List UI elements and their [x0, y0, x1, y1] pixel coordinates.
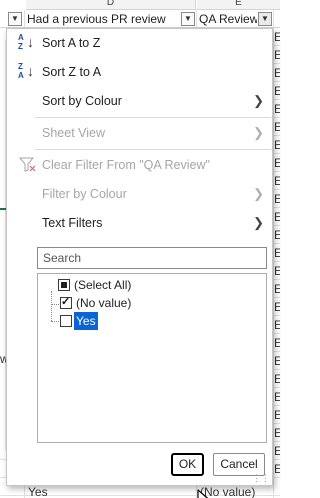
chevron-right-icon: ❯ — [253, 93, 264, 108]
sort-descending-icon: Z A ↓ — [18, 62, 34, 80]
bottom-data-row: Yes (No value) — [0, 486, 280, 498]
filter-dropdown-icon[interactable]: ▼ — [181, 12, 195, 26]
tree-connector — [51, 321, 59, 322]
clear-filter-icon — [19, 157, 36, 172]
chevron-right-icon: ❯ — [253, 186, 264, 201]
sort-ascending-icon: A Z ↓ — [18, 33, 34, 51]
menu-divider — [35, 149, 271, 150]
menu-item-label: Filter by Colour — [42, 187, 127, 201]
chevron-right-icon: ❯ — [253, 125, 264, 140]
column-e-values: EEE EEE EEE EEE EEE EEE EEE EEE E — [274, 30, 280, 476]
list-item-label: (Select All) — [74, 278, 132, 292]
menu-item-sort-a-to-z[interactable]: A Z ↓ Sort A to Z — [7, 29, 272, 57]
cell-value[interactable]: Yes — [28, 486, 48, 498]
menu-item-label: Clear Filter From "QA Review" — [42, 158, 210, 172]
chevron-right-icon: ❯ — [253, 215, 264, 230]
resize-grip-icon[interactable]: ⋮⋮ — [252, 474, 270, 483]
menu-divider — [35, 117, 271, 118]
ok-button[interactable]: OK — [171, 453, 204, 476]
header-cell-previous-pr-review[interactable]: Had a previous PR review — [27, 10, 179, 28]
tree-connector — [51, 291, 52, 321]
list-item-label: (No value) — [76, 296, 132, 310]
menu-item-label: Sort Z to A — [42, 65, 102, 79]
tree-connector — [51, 304, 59, 305]
menu-item-sort-by-colour[interactable]: Sort by Colour ❯ — [7, 87, 272, 115]
mouse-cursor-icon — [197, 489, 209, 498]
menu-item-label: Sort by Colour — [42, 94, 122, 108]
filter-value-list[interactable]: (Select All) (No value) Yes — [37, 273, 267, 443]
menu-item-filter-by-colour: Filter by Colour ❯ — [7, 180, 272, 208]
menu-item-label: Text Filters — [42, 216, 103, 230]
column-header-e[interactable]: E — [197, 0, 280, 10]
list-item-label: Yes — [73, 311, 99, 331]
checkbox-select-all[interactable] — [58, 279, 70, 291]
menu-item-label: Sort A to Z — [42, 36, 101, 50]
menu-item-sort-z-to-a[interactable]: Z A ↓ Sort Z to A — [7, 58, 272, 86]
filter-dropdown-icon[interactable]: ▼ — [258, 12, 272, 26]
menu-item-sheet-view: Sheet View ❯ — [7, 119, 272, 147]
header-row: ▼ Had a previous PR review ▼ QA Review ▼ — [0, 10, 280, 28]
menu-item-text-filters[interactable]: Text Filters ❯ — [7, 209, 272, 237]
menu-item-label: Sheet View — [42, 126, 106, 140]
filter-dropdown-icon[interactable]: ▼ — [8, 12, 22, 26]
column-header-d[interactable]: D — [26, 0, 196, 10]
header-cell-qa-review[interactable]: QA Review — [199, 10, 257, 28]
menu-item-clear-filter: Clear Filter From "QA Review" — [7, 151, 272, 179]
checkbox-no-value[interactable] — [60, 295, 72, 309]
checkbox-yes[interactable] — [60, 315, 72, 327]
search-input[interactable]: Search — [37, 247, 267, 269]
autofilter-dropdown: A Z ↓ Sort A to Z Z A ↓ Sort Z to A Sort by … — [6, 28, 273, 498]
